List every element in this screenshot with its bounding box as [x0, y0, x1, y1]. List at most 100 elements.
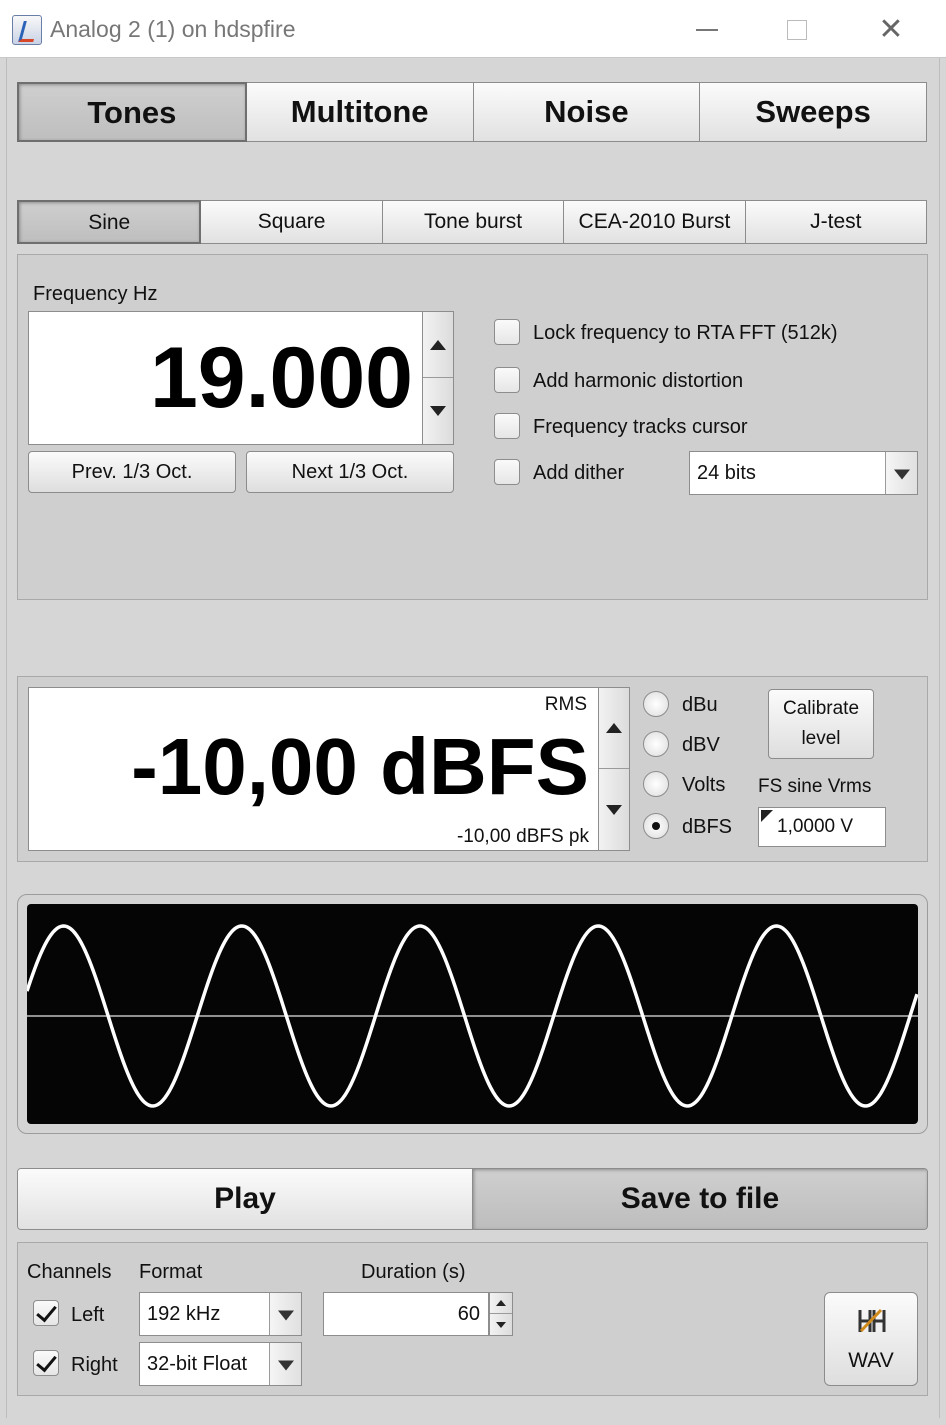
tab-square[interactable]: Square	[201, 200, 383, 244]
level-display[interactable]: RMS -10,00 dBFS -10,00 dBFS pk	[28, 687, 600, 851]
left-channel-checkbox[interactable]	[33, 1300, 59, 1326]
title-bar[interactable]: Analog 2 (1) on hdspfire ✕	[0, 0, 946, 58]
sample-rate-value: 192 kHz	[147, 1303, 221, 1325]
java-app-icon	[12, 15, 42, 45]
waveform-frame	[17, 894, 928, 1134]
level-mode-label: RMS	[544, 694, 587, 715]
minimize-button[interactable]	[682, 10, 732, 50]
channels-label: Channels	[27, 1261, 112, 1283]
level-panel: RMS -10,00 dBFS -10,00 dBFS pk dBu dBV V…	[17, 676, 928, 862]
arrow-up-icon	[430, 339, 446, 350]
bit-depth-select[interactable]: 32-bit Float	[139, 1342, 302, 1386]
dither-bits-dropdown-button[interactable]	[885, 452, 917, 494]
format-label: Format	[139, 1261, 203, 1283]
sample-rate-select[interactable]: 192 kHz	[139, 1292, 302, 1336]
tracks-cursor-label: Frequency tracks cursor	[533, 416, 748, 438]
lock-fft-checkbox[interactable]	[494, 319, 520, 345]
unit-label-volts: Volts	[682, 774, 726, 796]
frequency-panel: Frequency Hz 19.000 Prev. 1/3 Oct. Next …	[17, 254, 928, 600]
main-tabs: Tones Multitone Noise Sweeps	[17, 82, 927, 142]
duration-input[interactable]: 60	[323, 1292, 489, 1336]
level-decrement-button[interactable]	[599, 769, 629, 850]
dither-bits-select[interactable]: 24 bits	[689, 451, 918, 495]
frequency-label: Frequency Hz	[33, 283, 158, 305]
wav-export-button[interactable]: WAV	[824, 1292, 918, 1386]
minimize-icon	[696, 29, 718, 31]
level-spinner	[598, 687, 630, 851]
unit-label-dbv: dBV	[682, 734, 720, 756]
wav-label: WAV	[848, 1349, 894, 1372]
duration-value: 60	[457, 1303, 480, 1325]
level-peak-label: -10,00 dBFS pk	[456, 826, 589, 847]
bit-depth-dropdown-button[interactable]	[269, 1343, 301, 1385]
unit-label-dbu: dBu	[682, 694, 718, 716]
add-dither-label: Add dither	[533, 462, 625, 484]
duration-decrement-button[interactable]	[490, 1314, 512, 1335]
waveform-scope	[27, 904, 918, 1124]
tab-tones[interactable]: Tones	[17, 82, 247, 142]
add-dither-checkbox[interactable]	[494, 459, 520, 485]
tone-type-tabs: Sine Square Tone burst CEA-2010 Burst J-…	[17, 200, 928, 244]
fs-sine-vrms-label: FS sine Vrms	[758, 776, 872, 797]
tab-cea-2010-burst[interactable]: CEA-2010 Burst	[564, 200, 746, 244]
file-options-panel: Channels Left Right Format 192 kHz 32-bi…	[17, 1242, 928, 1396]
chevron-down-icon	[277, 1310, 294, 1321]
tracks-cursor-checkbox[interactable]	[494, 413, 520, 439]
unit-radio-dbv[interactable]	[643, 731, 669, 757]
level-increment-button[interactable]	[599, 688, 629, 769]
arrow-down-icon	[430, 406, 446, 416]
fs-sine-vrms-value: 1,0000 V	[777, 816, 854, 837]
next-third-octave-button[interactable]: Next 1/3 Oct.	[246, 451, 454, 493]
right-channel-checkbox[interactable]	[33, 1350, 59, 1376]
corner-marker-icon	[761, 810, 773, 822]
harmonic-distortion-checkbox[interactable]	[494, 367, 520, 393]
tab-j-test[interactable]: J-test	[745, 200, 928, 244]
save-to-file-button[interactable]: Save to file	[473, 1169, 927, 1229]
close-button[interactable]: ✕	[866, 10, 916, 50]
right-channel-label: Right	[71, 1354, 118, 1376]
unit-radio-dbfs[interactable]	[643, 813, 669, 839]
tab-noise[interactable]: Noise	[473, 82, 701, 142]
dither-bits-value: 24 bits	[697, 462, 756, 484]
harmonic-distortion-label: Add harmonic distortion	[533, 370, 744, 392]
bit-depth-value: 32-bit Float	[147, 1353, 248, 1375]
level-value: -10,00 dBFS	[131, 722, 589, 811]
close-icon: ✕	[878, 12, 904, 47]
window-content: Tones Multitone Noise Sweeps Sine Square…	[6, 58, 940, 1418]
duration-increment-button[interactable]	[490, 1293, 512, 1314]
chevron-down-icon	[893, 469, 910, 480]
play-button[interactable]: Play	[18, 1169, 473, 1229]
fs-sine-vrms-input[interactable]: 1,0000 V	[758, 807, 886, 847]
unit-radio-dbu[interactable]	[643, 691, 669, 717]
calibrate-level-button[interactable]: Calibrate level	[768, 689, 874, 759]
duration-spinner	[489, 1292, 513, 1336]
duration-label: Duration (s)	[361, 1261, 466, 1283]
calibrate-line-2: level	[801, 728, 841, 749]
action-bar: Play Save to file	[17, 1168, 928, 1230]
arrow-down-icon	[606, 804, 622, 815]
frequency-input[interactable]: 19.000	[28, 311, 424, 445]
calibrate-line-1: Calibrate	[782, 698, 860, 719]
maximize-button[interactable]	[772, 10, 822, 50]
lock-fft-label: Lock frequency to RTA FFT (512k)	[533, 322, 838, 344]
frequency-decrement-button[interactable]	[423, 378, 453, 444]
chevron-down-icon	[277, 1360, 294, 1371]
tab-multitone[interactable]: Multitone	[246, 82, 474, 142]
generator-window: Analog 2 (1) on hdspfire ✕ Tones Multito…	[0, 0, 946, 1425]
tab-sweeps[interactable]: Sweeps	[700, 82, 927, 142]
tab-tone-burst[interactable]: Tone burst	[382, 200, 565, 244]
arrow-down-icon	[496, 1321, 506, 1328]
unit-radio-volts[interactable]	[643, 771, 669, 797]
frequency-increment-button[interactable]	[423, 312, 453, 378]
left-channel-label: Left	[71, 1304, 105, 1326]
unit-label-dbfs: dBFS	[682, 816, 733, 838]
waveform-svg	[27, 924, 918, 1108]
arrow-up-icon	[606, 723, 622, 733]
arrow-up-icon	[496, 1300, 506, 1306]
maximize-icon	[787, 20, 807, 40]
wav-file-icon	[858, 1308, 886, 1333]
frequency-spinner	[422, 311, 454, 445]
prev-third-octave-button[interactable]: Prev. 1/3 Oct.	[28, 451, 236, 493]
sample-rate-dropdown-button[interactable]	[269, 1293, 301, 1335]
tab-sine[interactable]: Sine	[17, 200, 202, 244]
